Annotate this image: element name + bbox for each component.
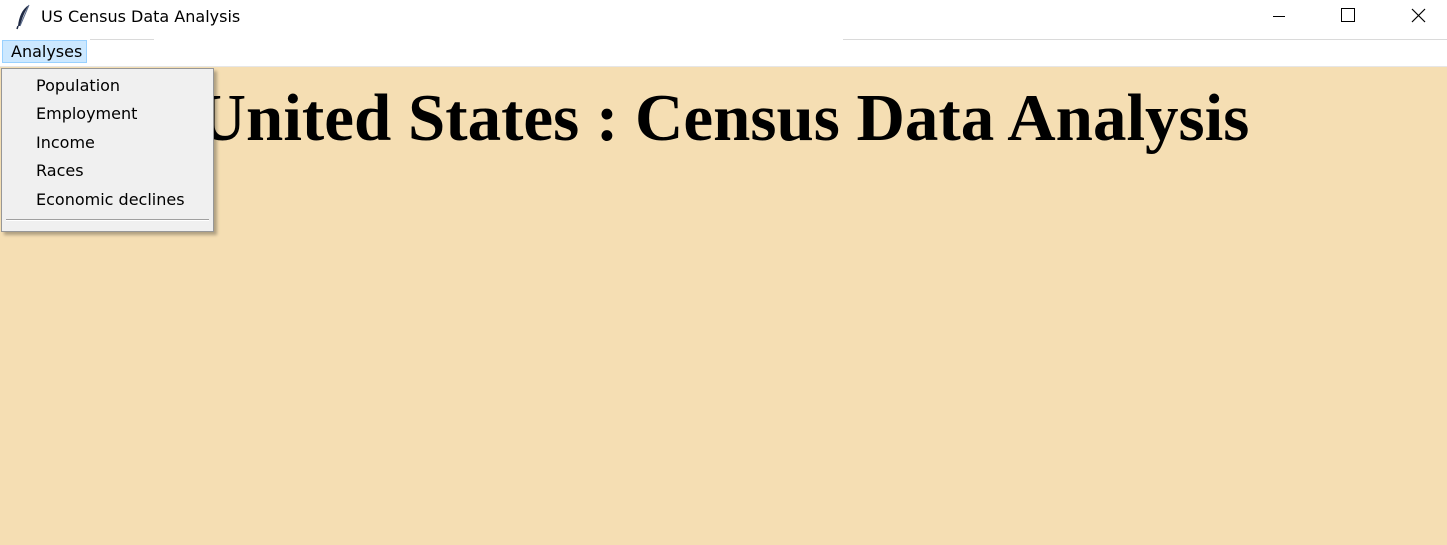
menubar-divider <box>843 39 1447 40</box>
title-bar[interactable]: US Census Data Analysis <box>0 0 1447 34</box>
analyses-dropdown-menu: Population Employment Income Races Econo… <box>1 68 214 232</box>
menu-item-population[interactable]: Population <box>36 74 120 98</box>
minimize-icon <box>1273 16 1285 17</box>
window-title: US Census Data Analysis <box>41 7 241 26</box>
maximize-button[interactable] <box>1325 0 1371 32</box>
main-content: United States : Census Data Analysis <box>0 67 1447 545</box>
menu-separator-highlight <box>6 220 209 221</box>
app-window: US Census Data Analysis Analyses United … <box>0 0 1447 545</box>
page-heading: United States : Census Data Analysis <box>197 81 1250 155</box>
menu-analyses[interactable]: Analyses <box>2 40 87 63</box>
maximize-icon <box>1341 8 1355 22</box>
minimize-button[interactable] <box>1256 0 1302 32</box>
menu-item-income[interactable]: Income <box>36 131 95 155</box>
feather-icon <box>14 4 34 30</box>
menu-item-races[interactable]: Races <box>36 159 84 183</box>
menu-bar: Analyses <box>0 34 1447 67</box>
close-button[interactable] <box>1396 0 1442 32</box>
menu-item-employment[interactable]: Employment <box>36 102 137 126</box>
close-icon <box>1411 8 1426 23</box>
menu-item-economic-declines[interactable]: Economic declines <box>36 188 185 212</box>
menubar-divider <box>90 39 154 40</box>
